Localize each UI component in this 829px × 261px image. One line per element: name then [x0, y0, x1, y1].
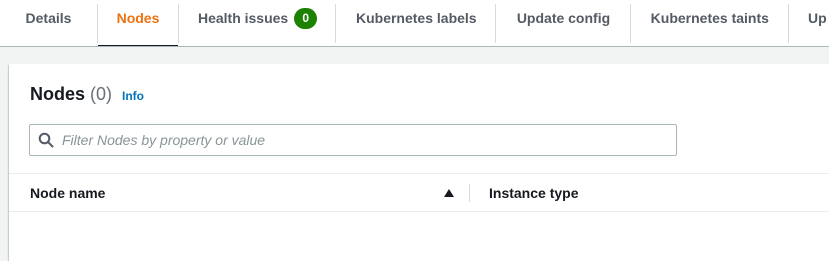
- tab-details-wrap: Details: [0, 0, 98, 46]
- tab-health-issues-wrap: Health issues 0: [179, 0, 337, 46]
- tab-bar: Details Nodes Health issues 0 Kubernetes…: [0, 0, 829, 47]
- column-header-instance-type[interactable]: Instance type: [489, 174, 789, 211]
- tab-kubernetes-taints-wrap: Kubernetes taints: [631, 0, 789, 46]
- panel-header: Nodes (0) Info: [30, 84, 144, 105]
- tab-kubernetes-taints[interactable]: Kubernetes taints: [631, 0, 789, 36]
- tab-health-issues[interactable]: Health issues 0: [179, 0, 336, 36]
- tab-update-history-wrap: Up: [789, 0, 829, 46]
- tab-update-config-wrap: Update config: [496, 0, 631, 46]
- filter-nodes-input[interactable]: [62, 126, 676, 154]
- health-issues-count-badge: 0: [294, 7, 318, 29]
- tab-details[interactable]: Details: [0, 0, 97, 36]
- nodes-table-header: Node name Instance type: [9, 173, 829, 212]
- tab-nodes[interactable]: Nodes: [98, 0, 179, 36]
- panel-title: Nodes: [30, 84, 86, 104]
- sort-ascending-icon[interactable]: [443, 174, 455, 211]
- filter-nodes-field[interactable]: [29, 124, 677, 156]
- tab-update-history[interactable]: Up: [789, 0, 829, 36]
- column-divider[interactable]: [469, 184, 470, 202]
- nodes-count: (0): [90, 84, 113, 104]
- tab-kubernetes-labels[interactable]: Kubernetes labels: [336, 0, 496, 36]
- column-header-node-name[interactable]: Node name: [30, 174, 470, 211]
- tab-kubernetes-labels-wrap: Kubernetes labels: [336, 0, 497, 46]
- info-link[interactable]: Info: [122, 89, 144, 103]
- tab-nodes-wrap: Nodes: [97, 0, 180, 46]
- active-tab-indicator: [97, 45, 179, 46]
- tab-update-config[interactable]: Update config: [496, 0, 630, 36]
- nodes-panel: Nodes (0) Info Node name Instance type: [9, 64, 829, 261]
- search-icon: [30, 125, 62, 155]
- tab-health-issues-label: Health issues: [197, 10, 289, 26]
